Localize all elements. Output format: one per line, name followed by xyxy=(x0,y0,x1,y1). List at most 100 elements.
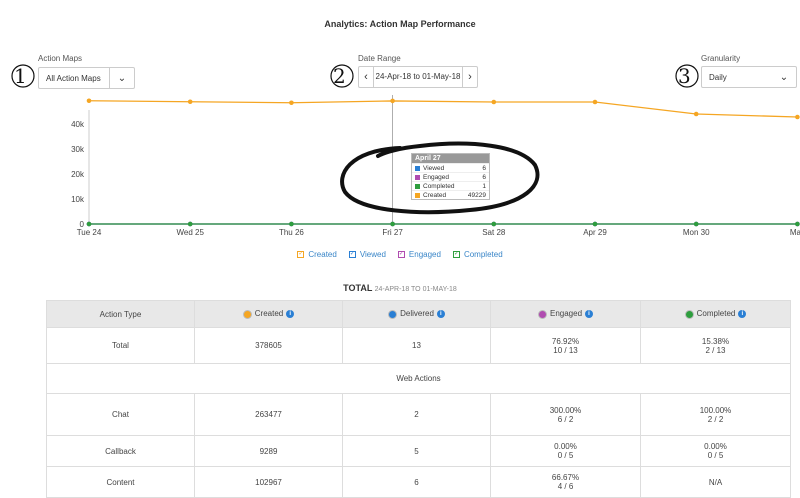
tooltip-row-value: 1 xyxy=(482,182,486,190)
series-line-created xyxy=(88,100,798,118)
percent-value: N/A xyxy=(708,477,723,487)
tooltip-title: April 27 xyxy=(412,154,489,163)
y-tick-label: 30k xyxy=(71,145,85,154)
series-swatch xyxy=(415,192,420,198)
info-icon[interactable]: i xyxy=(436,310,445,319)
x-tick-label: Tue 24 xyxy=(77,228,102,237)
tooltip-row: Viewed 6 xyxy=(412,163,489,172)
legend-item-completed[interactable]: ✓ Completed xyxy=(452,250,503,259)
total-range: 24-APR-18 TO 01-MAY-18 xyxy=(374,286,457,293)
x-tick-label: Mon 30 xyxy=(683,228,710,237)
completed-cell: 15.38% 2 / 13 xyxy=(640,327,791,364)
granularity-select[interactable]: Daily ⌄ xyxy=(701,66,797,88)
legend-item-created[interactable]: ✓ Created xyxy=(297,250,337,259)
engaged-cell: 0.00% 0 / 5 xyxy=(490,435,641,467)
data-point-completed xyxy=(86,221,92,227)
ratio-value: 0 / 5 xyxy=(557,451,574,460)
data-point-created xyxy=(795,114,800,120)
engaged-cell: 66.67% 4 / 6 xyxy=(490,466,641,498)
data-point-created xyxy=(592,99,598,105)
data-point-created xyxy=(491,99,497,105)
section-label: Web Actions xyxy=(46,363,791,394)
column-header-engaged: Engaged i xyxy=(490,300,641,328)
ratio-value: 10 / 13 xyxy=(553,345,578,355)
delivered-cell: 6 xyxy=(342,466,491,498)
action-maps-value: All Action Maps xyxy=(46,73,101,83)
granularity-label: Granularity xyxy=(701,54,741,63)
action-type-cell: Content xyxy=(46,466,195,498)
legend-item-viewed[interactable]: ✓ Viewed xyxy=(348,250,386,259)
delivered-cell: 2 xyxy=(342,393,491,436)
tooltip-row-label: Completed xyxy=(423,182,455,190)
engaged-cell: 76.92% 10 / 13 xyxy=(490,327,641,364)
data-point-created xyxy=(187,99,193,105)
info-icon[interactable]: i xyxy=(585,310,594,319)
data-point-completed xyxy=(491,221,497,227)
percent-value: 15.38% xyxy=(701,336,730,346)
series-swatch xyxy=(415,165,420,171)
date-prev-button[interactable]: ‹ xyxy=(359,71,373,83)
tooltip-row: Created 49229 xyxy=(412,190,489,199)
table-row: Content 102967 6 66.67% 4 / 6 N/A xyxy=(46,466,791,498)
total-label: TOTAL xyxy=(343,283,373,293)
ratio-value: 2 / 13 xyxy=(705,345,726,355)
chart-tooltip: April 27 Viewed 6 Engaged 6 Completed 1 … xyxy=(411,153,490,200)
column-header-label: Engaged xyxy=(549,309,583,319)
column-header-label: Created xyxy=(254,309,284,319)
data-point-completed xyxy=(693,221,699,227)
action-maps-select[interactable]: All Action Maps ⌄ xyxy=(38,67,135,89)
table-row: Total 378605 13 76.92% 10 / 13 15.38% 2 / … xyxy=(46,327,791,364)
table-row: Callback 9289 5 0.00% 0 / 5 0.00% 0 / 5 xyxy=(46,435,791,467)
status-dot-icon xyxy=(242,309,252,319)
action-type-cell: Total xyxy=(46,327,195,364)
checkbox-icon[interactable]: ✓ xyxy=(297,251,305,258)
legend-label: Created xyxy=(308,250,337,259)
created-cell: 9289 xyxy=(194,435,343,467)
created-cell: 102967 xyxy=(194,466,343,498)
data-point-completed xyxy=(795,221,800,227)
x-tick-label: Apr 29 xyxy=(583,228,607,237)
completed-cell: N/A xyxy=(640,466,791,498)
action-maps-label: Action Maps xyxy=(38,54,83,63)
checkbox-icon[interactable]: ✓ xyxy=(397,251,405,258)
tooltip-row: Engaged 6 xyxy=(412,172,489,181)
table-header-row: Action Type Created i Delivered i Engaged i Com… xyxy=(46,300,791,328)
chart-legend: ✓ Created ✓ Viewed ✓ Engaged ✓ Completed xyxy=(0,250,800,259)
completed-cell: 0.00% 0 / 5 xyxy=(640,435,791,467)
checkbox-icon[interactable]: ✓ xyxy=(348,251,356,258)
legend-item-engaged[interactable]: ✓ Engaged xyxy=(397,250,441,259)
status-dot-icon xyxy=(537,309,547,319)
granularity-value: Daily xyxy=(709,72,727,82)
stats-table: Action Type Created i Delivered i Engaged i Com… xyxy=(46,300,791,498)
checkbox-icon[interactable]: ✓ xyxy=(452,251,460,258)
tooltip-row: Completed 1 xyxy=(412,181,489,190)
action-type-cell: Callback xyxy=(46,435,195,467)
date-range-value[interactable]: 24-Apr-18 to 01-May-18 xyxy=(373,67,463,87)
status-dot-icon xyxy=(388,309,398,319)
date-next-button[interactable]: › xyxy=(463,71,477,83)
data-point-completed xyxy=(592,221,598,227)
action-type-cell: Chat xyxy=(46,393,195,436)
column-header-created: Created i xyxy=(194,300,343,328)
ratio-value: 2 / 2 xyxy=(707,414,724,424)
date-range-control: ‹ 24-Apr-18 to 01-May-18 › xyxy=(358,66,478,88)
step-number-3: 3 xyxy=(678,64,691,88)
chevron-down-icon[interactable]: ⌄ xyxy=(110,73,134,84)
percent-value: 0.00% xyxy=(554,442,577,451)
data-point-completed xyxy=(289,221,294,227)
column-header-label: Completed xyxy=(696,309,736,319)
step-number-2: 2 xyxy=(333,64,346,88)
percent-value: 0.00% xyxy=(704,442,727,451)
x-tick-label: Wed 25 xyxy=(176,228,204,237)
column-header-label: Action Type xyxy=(99,309,142,319)
info-icon[interactable]: i xyxy=(738,310,747,319)
total-heading: TOTAL 24-APR-18 TO 01-MAY-18 xyxy=(0,283,800,293)
data-point-created xyxy=(390,98,395,104)
created-cell: 378605 xyxy=(194,327,343,364)
info-icon[interactable]: i xyxy=(286,310,295,319)
x-tick-label: May xyxy=(790,228,800,237)
chevron-down-icon[interactable]: ⌄ xyxy=(772,72,796,83)
x-tick-label: Sat 28 xyxy=(482,228,506,237)
created-cell: 263477 xyxy=(194,393,343,436)
tooltip-row-value: 49229 xyxy=(467,191,486,199)
